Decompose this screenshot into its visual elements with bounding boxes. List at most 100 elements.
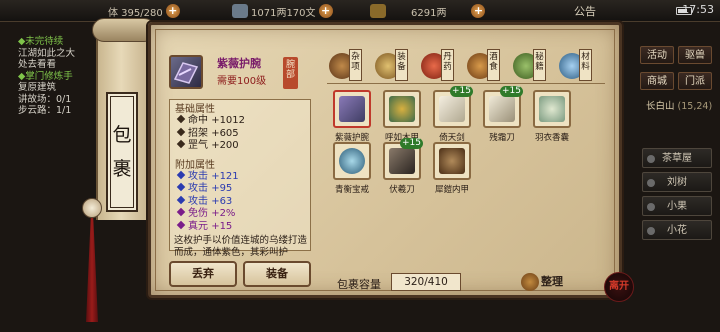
gold-icon — [370, 4, 386, 18]
inventory-slot[interactable]: +15 — [383, 138, 423, 180]
attr-row: 攻击 +121 — [170, 170, 310, 184]
inventory-slot[interactable] — [433, 142, 471, 180]
category-label: 杂项 — [349, 49, 362, 81]
extra-attr-title: 附加属性 — [175, 159, 215, 171]
attr-row: 罡气 +200 — [170, 139, 310, 153]
attr-row: 招架 +605 — [170, 127, 310, 141]
npc-button[interactable]: 茶草屋 — [642, 148, 712, 168]
slot-seal: 腕部 — [283, 57, 298, 89]
inventory-slot[interactable] — [383, 90, 421, 128]
pouch-icon — [539, 96, 565, 122]
activity-button[interactable]: 活动 — [640, 46, 674, 64]
quest-title: ◆掌门修炼手 — [18, 70, 73, 82]
npc-icon — [647, 155, 655, 163]
npc-button[interactable]: 小花 — [642, 220, 712, 240]
add-silver-button[interactable]: + — [318, 4, 333, 18]
sort-button[interactable]: 整理 — [521, 271, 571, 293]
armor-icon — [389, 96, 415, 122]
clock: 17:53 — [682, 3, 714, 16]
item-name: 犀鎧内甲 — [434, 185, 469, 195]
npc-icon — [647, 203, 655, 211]
silver-value: 1071两170文 — [251, 7, 316, 19]
stamina-display: 体 395/280 + — [108, 3, 180, 19]
sect-button[interactable]: 门派 — [678, 72, 712, 90]
ring-icon — [339, 148, 365, 174]
inventory-panel: 紫薇护腕 需要100级 腕部 基础属性 命中 +1012 招架 +605 罡气 … — [148, 22, 622, 298]
category-tab-equipment[interactable]: 装备 — [373, 49, 409, 85]
inventory-grid: 紫薇护腕 呼如木甲 +15 倚天剑 +15 残霜刀 羽衣香囊 青衡宝戒 +15 … — [327, 83, 605, 265]
selected-item-requirement: 需要100级 — [217, 76, 267, 87]
inventory-slot[interactable]: +15 — [433, 86, 473, 128]
quest-tracker[interactable]: ◆未完待续 江湖如此之大 处去看看 ◆掌门修炼手 复原建筑 讲故场：0/1 步云… — [18, 36, 102, 117]
capacity-label: 包裹容量 — [337, 278, 381, 291]
enhance-badge: +15 — [400, 138, 423, 149]
attribute-box: 基础属性 命中 +1012 招架 +605 罡气 +200 附加属性 攻击 +1… — [169, 99, 311, 258]
attr-row: 攻击 +95 — [170, 182, 310, 196]
tassel-decoration — [86, 216, 98, 322]
npc-button[interactable]: 刘树 — [642, 172, 712, 192]
add-gold-button[interactable]: + — [471, 4, 486, 18]
item-name: 青衡宝戒 — [334, 185, 369, 195]
category-label: 秘籍 — [533, 49, 546, 81]
inventory-slot[interactable] — [533, 90, 571, 128]
selected-item-icon — [169, 55, 203, 89]
quest-desc: 讲故场：0/1 — [18, 93, 72, 105]
blade-icon — [489, 96, 515, 122]
inventory-title: 包裹 — [106, 92, 138, 212]
gold-value: 6291两 — [411, 7, 447, 19]
inventory-slot[interactable] — [333, 142, 371, 180]
close-button[interactable]: 离开 — [604, 272, 634, 302]
location-name: 长白山 — [646, 101, 675, 112]
quest-desc: 处去看看 — [18, 59, 57, 70]
location-label: 长白山 (15,24) — [646, 98, 712, 112]
sort-label: 整理 — [541, 275, 563, 288]
category-tab-food[interactable]: 酒食 — [465, 49, 501, 85]
bag-icon — [521, 273, 539, 291]
attr-row: 免伤 +2% — [170, 207, 310, 221]
gold-display: 6291两 + — [370, 3, 486, 19]
base-attr-title: 基础属性 — [175, 104, 215, 115]
scroll-knob — [82, 198, 102, 218]
capacity-value: 320/410 — [391, 273, 461, 291]
item-description: 这枚护手以价值连城的乌缕打造而成，通体紫色，其彩叫护 — [174, 235, 308, 258]
quest-desc: 复原建筑 — [18, 82, 57, 93]
shop-button[interactable]: 商城 — [640, 72, 674, 90]
npc-label: 刘树 — [667, 177, 687, 188]
quest-desc: 江湖如此之大 — [18, 47, 76, 59]
category-tab-misc[interactable]: 杂项 — [327, 49, 363, 85]
add-stamina-button[interactable]: + — [165, 4, 180, 18]
attr-row: 命中 +1012 — [170, 114, 310, 128]
silver-icon — [232, 4, 248, 18]
attr-row: 攻击 +63 — [170, 195, 310, 209]
category-label: 材料 — [579, 49, 592, 81]
category-label: 丹药 — [441, 49, 454, 81]
notice-button[interactable]: 公告 — [574, 3, 596, 19]
stamina-value: 体 395/280 — [108, 7, 163, 19]
item-name: 羽衣香囊 — [534, 133, 569, 143]
inventory-slot[interactable] — [333, 90, 371, 128]
selected-item-name: 紫薇护腕 — [217, 57, 261, 70]
beast-button[interactable]: 驱兽 — [678, 46, 712, 64]
category-tab-materials[interactable]: 材料 — [557, 49, 593, 85]
npc-label: 小果 — [667, 201, 687, 212]
item-name: 残霜刀 — [489, 133, 515, 143]
item-name: 伏羲刀 — [389, 185, 415, 195]
quest-desc: 步云路：1/1 — [18, 105, 72, 116]
category-tab-pills[interactable]: 丹药 — [419, 49, 455, 85]
discard-button[interactable]: 丢弃 — [169, 261, 237, 287]
npc-icon — [647, 227, 655, 235]
scroll-roll — [92, 18, 156, 42]
location-coords: (15,24) — [677, 101, 713, 112]
npc-button[interactable]: 小果 — [642, 196, 712, 216]
npc-label: 茶草屋 — [662, 153, 692, 164]
armor-icon — [439, 148, 465, 174]
category-tab-books[interactable]: 秘籍 — [511, 49, 547, 85]
inventory-slot[interactable]: +15 — [483, 86, 523, 128]
bracer-icon — [339, 96, 365, 122]
npc-icon — [647, 179, 655, 187]
category-label: 酒食 — [487, 49, 500, 81]
attr-row: 真元 +15 — [170, 220, 310, 234]
npc-label: 小花 — [667, 225, 687, 236]
enhance-badge: +15 — [450, 86, 473, 97]
equip-button[interactable]: 装备 — [243, 261, 311, 287]
